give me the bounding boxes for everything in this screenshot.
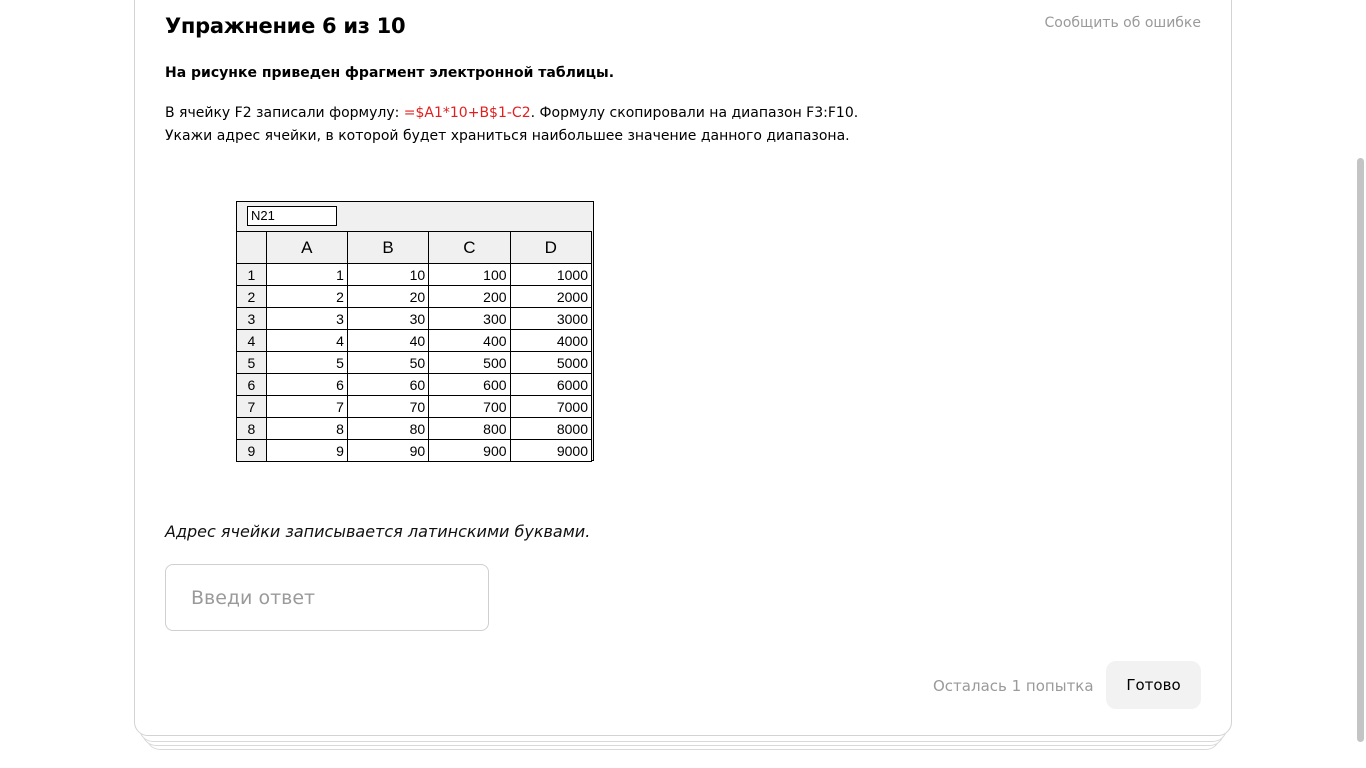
table-cell: 4000 xyxy=(509,329,593,352)
table-row: 6 6 60 600 6000 xyxy=(236,373,593,396)
table-cell: 300 xyxy=(428,307,511,330)
table-cell: 700 xyxy=(428,395,511,418)
scrollbar[interactable] xyxy=(1354,0,1366,768)
column-header: D xyxy=(509,231,593,264)
table-row: 4 4 40 400 4000 xyxy=(236,329,593,352)
question-text: В ячейку F2 записали формулу: =$A1*10+B$… xyxy=(165,102,865,148)
table-cell: 5 xyxy=(265,351,348,374)
table-cell: 1000 xyxy=(509,263,593,286)
report-error-link[interactable]: Сообщить об ошибке xyxy=(1044,15,1201,31)
answer-input[interactable] xyxy=(165,564,489,631)
table-cell: 600 xyxy=(428,373,511,396)
table-cell: 30 xyxy=(346,307,430,330)
table-cell: 200 xyxy=(428,285,511,308)
row-header: 9 xyxy=(236,439,267,462)
table-cell: 4 xyxy=(265,329,348,352)
row-header: 2 xyxy=(236,285,267,308)
submit-button[interactable]: Готово xyxy=(1106,661,1201,709)
spreadsheet-image: N21 A B C D 1 1 10 100 1000 2 2 20 200 2… xyxy=(236,201,594,462)
table-cell: 2 xyxy=(265,285,348,308)
table-cell: 6 xyxy=(265,373,348,396)
table-cell: 100 xyxy=(428,263,511,286)
row-header: 1 xyxy=(236,263,267,286)
column-header: A xyxy=(265,231,348,264)
table-cell: 7000 xyxy=(509,395,593,418)
table-cell: 800 xyxy=(428,417,511,440)
row-header: 4 xyxy=(236,329,267,352)
table-cell: 3000 xyxy=(509,307,593,330)
table-cell: 20 xyxy=(346,285,430,308)
table-cell: 8 xyxy=(265,417,348,440)
row-header: 6 xyxy=(236,373,267,396)
attempts-remaining: Осталась 1 попытка xyxy=(933,677,1094,695)
page: Упражнение 6 из 10 Сообщить об ошибке На… xyxy=(0,0,1366,768)
table-cell: 9 xyxy=(265,439,348,462)
table-cell: 8000 xyxy=(509,417,593,440)
table-row: 7 7 70 700 7000 xyxy=(236,395,593,418)
table-row: 5 5 50 500 5000 xyxy=(236,351,593,374)
table-row: 9 9 90 900 9000 xyxy=(236,439,593,462)
table-cell: 80 xyxy=(346,417,430,440)
row-header: 7 xyxy=(236,395,267,418)
table-cell: 60 xyxy=(346,373,430,396)
table-cell: 7 xyxy=(265,395,348,418)
table-cell: 40 xyxy=(346,329,430,352)
question-text-before: В ячейку F2 записали формулу: xyxy=(165,105,404,121)
row-header: 8 xyxy=(236,417,267,440)
spreadsheet-grid: A B C D 1 1 10 100 1000 2 2 20 200 2000 … xyxy=(236,231,593,462)
formula: =$A1*10+B$1-C2 xyxy=(403,105,531,121)
table-cell: 3 xyxy=(265,307,348,330)
answer-hint: Адрес ячейки записывается латинскими бук… xyxy=(165,522,591,541)
column-header: B xyxy=(346,231,430,264)
table-cell: 90 xyxy=(346,439,430,462)
table-cell: 2000 xyxy=(509,285,593,308)
table-row: 3 3 30 300 3000 xyxy=(236,307,593,330)
table-row: 1 1 10 100 1000 xyxy=(236,263,593,286)
table-cell: 5000 xyxy=(509,351,593,374)
table-cell: 1 xyxy=(265,263,348,286)
question-lead: На рисунке приведен фрагмент электронной… xyxy=(165,65,615,81)
corner-cell xyxy=(236,231,267,264)
name-box: N21 xyxy=(247,206,337,226)
table-cell: 50 xyxy=(346,351,430,374)
table-cell: 9000 xyxy=(509,439,593,462)
table-row: 2 2 20 200 2000 xyxy=(236,285,593,308)
scrollbar-thumb[interactable] xyxy=(1357,158,1364,742)
exercise-title: Упражнение 6 из 10 xyxy=(165,14,406,38)
table-cell: 10 xyxy=(346,263,430,286)
table-cell: 70 xyxy=(346,395,430,418)
table-cell: 500 xyxy=(428,351,511,374)
table-cell: 900 xyxy=(428,439,511,462)
row-header: 3 xyxy=(236,307,267,330)
table-cell: 400 xyxy=(428,329,511,352)
column-header: C xyxy=(428,231,511,264)
row-header: 5 xyxy=(236,351,267,374)
column-header-row: A B C D xyxy=(236,231,593,264)
table-row: 8 8 80 800 8000 xyxy=(236,417,593,440)
table-cell: 6000 xyxy=(509,373,593,396)
